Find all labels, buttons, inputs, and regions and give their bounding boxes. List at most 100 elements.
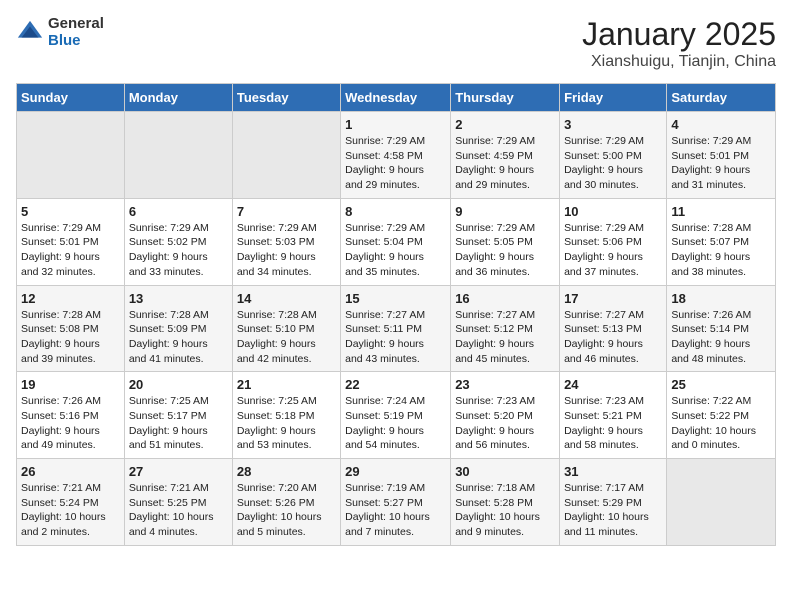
- day-number: 8: [345, 204, 446, 219]
- day-number: 19: [21, 377, 120, 392]
- calendar-cell: 3Sunrise: 7:29 AMSunset: 5:00 PMDaylight…: [560, 112, 667, 199]
- day-info: Sunrise: 7:27 AMSunset: 5:12 PMDaylight:…: [455, 308, 555, 367]
- day-info: Sunrise: 7:21 AMSunset: 5:25 PMDaylight:…: [129, 481, 228, 540]
- day-info: Sunrise: 7:28 AMSunset: 5:08 PMDaylight:…: [21, 308, 120, 367]
- calendar-cell: 26 Sunrise: 7:21 AMSunset: 5:24 PMDayligh…: [17, 459, 125, 546]
- day-info: Sunrise: 7:29 AMSunset: 5:03 PMDaylight:…: [237, 221, 336, 280]
- day-info: Sunrise: 7:27 AMSunset: 5:11 PMDaylight:…: [345, 308, 446, 367]
- calendar-cell: 2 Sunrise: 7:29 AMSunset: 4:59 PMDaylight…: [451, 112, 560, 199]
- day-number: 5: [21, 204, 120, 219]
- day-info: Sunrise: 7:26 AMSunset: 5:16 PMDaylight:…: [21, 394, 120, 453]
- weekday-header-friday: Friday: [560, 84, 667, 112]
- day-number: 16: [455, 291, 555, 306]
- day-number: 26: [21, 464, 120, 479]
- day-info: Sunrise: 7:28 AMSunset: 5:10 PMDaylight:…: [237, 308, 336, 367]
- calendar-cell: 27Sunrise: 7:21 AMSunset: 5:25 PMDayligh…: [124, 459, 232, 546]
- week-row-5: 26 Sunrise: 7:21 AMSunset: 5:24 PMDayligh…: [17, 459, 776, 546]
- day-info: Sunrise: 7:25 AMSunset: 5:17 PMDaylight:…: [129, 394, 228, 453]
- day-info: Sunrise: 7:28 AMSunset: 5:09 PMDaylight:…: [129, 308, 228, 367]
- day-info: Sunrise: 7:23 AMSunset: 5:21 PMDaylight:…: [564, 394, 662, 453]
- calendar-cell: 31 Sunrise: 7:17 AMSunset: 5:29 PMDayligh…: [560, 459, 667, 546]
- day-info: Sunrise: 7:19 AMSunset: 5:27 PMDaylight:…: [345, 481, 446, 540]
- calendar-cell: 5 Sunrise: 7:29 AMSunset: 5:01 PMDaylight…: [17, 198, 125, 285]
- calendar-cell: 12 Sunrise: 7:28 AMSunset: 5:08 PMDayligh…: [17, 285, 125, 372]
- week-row-2: 5 Sunrise: 7:29 AMSunset: 5:01 PMDaylight…: [17, 198, 776, 285]
- week-row-3: 12 Sunrise: 7:28 AMSunset: 5:08 PMDayligh…: [17, 285, 776, 372]
- day-number: 29: [345, 464, 446, 479]
- weekday-header-row: SundayMondayTuesdayWednesdayThursdayFrid…: [17, 84, 776, 112]
- calendar-cell: 24 Sunrise: 7:23 AMSunset: 5:21 PMDayligh…: [560, 372, 667, 459]
- calendar-cell: 18 Sunrise: 7:26 AMSunset: 5:14 PMDayligh…: [667, 285, 776, 372]
- day-number: 6: [129, 204, 228, 219]
- calendar-subtitle: Xianshuigu, Tianjin, China: [582, 53, 776, 71]
- day-number: 13: [129, 291, 228, 306]
- day-info: Sunrise: 7:29 AMSunset: 5:01 PMDaylight:…: [21, 221, 120, 280]
- day-number: 11: [671, 204, 771, 219]
- day-number: 9: [455, 204, 555, 219]
- day-info: Sunrise: 7:26 AMSunset: 5:14 PMDaylight:…: [671, 308, 771, 367]
- day-number: 31: [564, 464, 662, 479]
- week-row-1: 1 Sunrise: 7:29 AMSunset: 4:58 PMDaylight…: [17, 112, 776, 199]
- calendar-cell: 8 Sunrise: 7:29 AMSunset: 5:04 PMDaylight…: [341, 198, 451, 285]
- calendar-cell: 17 Sunrise: 7:27 AMSunset: 5:13 PMDayligh…: [560, 285, 667, 372]
- calendar-cell: 4 Sunrise: 7:29 AMSunset: 5:01 PMDaylight…: [667, 112, 776, 199]
- logo-blue-text: Blue: [48, 33, 104, 50]
- calendar-cell: [17, 112, 125, 199]
- logo-text: General Blue: [48, 16, 104, 49]
- day-number: 2: [455, 117, 555, 132]
- weekday-header-wednesday: Wednesday: [341, 84, 451, 112]
- day-number: 12: [21, 291, 120, 306]
- day-number: 4: [671, 117, 771, 132]
- day-number: 7: [237, 204, 336, 219]
- calendar-cell: 6 Sunrise: 7:29 AMSunset: 5:02 PMDaylight…: [124, 198, 232, 285]
- calendar-cell: 15 Sunrise: 7:27 AMSunset: 5:11 PMDayligh…: [341, 285, 451, 372]
- day-number: 1: [345, 117, 446, 132]
- calendar-cell: 28 Sunrise: 7:20 AMSunset: 5:26 PMDayligh…: [232, 459, 340, 546]
- calendar-cell: 7 Sunrise: 7:29 AMSunset: 5:03 PMDaylight…: [232, 198, 340, 285]
- day-number: 30: [455, 464, 555, 479]
- calendar-table: SundayMondayTuesdayWednesdayThursdayFrid…: [16, 83, 776, 546]
- calendar-cell: 10Sunrise: 7:29 AMSunset: 5:06 PMDayligh…: [560, 198, 667, 285]
- day-info: Sunrise: 7:28 AMSunset: 5:07 PMDaylight:…: [671, 221, 771, 280]
- logo: General Blue: [16, 16, 104, 49]
- calendar-cell: 23 Sunrise: 7:23 AMSunset: 5:20 PMDayligh…: [451, 372, 560, 459]
- calendar-cell: 25 Sunrise: 7:22 AMSunset: 5:22 PMDayligh…: [667, 372, 776, 459]
- day-info: Sunrise: 7:17 AMSunset: 5:29 PMDaylight:…: [564, 481, 662, 540]
- calendar-cell: 16 Sunrise: 7:27 AMSunset: 5:12 PMDayligh…: [451, 285, 560, 372]
- day-info: Sunrise: 7:18 AMSunset: 5:28 PMDaylight:…: [455, 481, 555, 540]
- calendar-cell: 29 Sunrise: 7:19 AMSunset: 5:27 PMDayligh…: [341, 459, 451, 546]
- weekday-header-thursday: Thursday: [451, 84, 560, 112]
- day-number: 18: [671, 291, 771, 306]
- day-info: Sunrise: 7:21 AMSunset: 5:24 PMDaylight:…: [21, 481, 120, 540]
- day-number: 24: [564, 377, 662, 392]
- calendar-cell: 22Sunrise: 7:24 AMSunset: 5:19 PMDayligh…: [341, 372, 451, 459]
- day-number: 17: [564, 291, 662, 306]
- calendar-cell: 20Sunrise: 7:25 AMSunset: 5:17 PMDayligh…: [124, 372, 232, 459]
- day-info: Sunrise: 7:25 AMSunset: 5:18 PMDaylight:…: [237, 394, 336, 453]
- weekday-header-tuesday: Tuesday: [232, 84, 340, 112]
- day-info: Sunrise: 7:22 AMSunset: 5:22 PMDaylight:…: [671, 394, 771, 453]
- title-block: January 2025 Xianshuigu, Tianjin, China: [582, 16, 776, 71]
- day-info: Sunrise: 7:29 AMSunset: 5:05 PMDaylight:…: [455, 221, 555, 280]
- day-info: Sunrise: 7:29 AMSunset: 5:04 PMDaylight:…: [345, 221, 446, 280]
- day-info: Sunrise: 7:29 AMSunset: 4:59 PMDaylight:…: [455, 134, 555, 193]
- day-info: Sunrise: 7:23 AMSunset: 5:20 PMDaylight:…: [455, 394, 555, 453]
- day-info: Sunrise: 7:29 AMSunset: 4:58 PMDaylight:…: [345, 134, 446, 193]
- calendar-cell: 9 Sunrise: 7:29 AMSunset: 5:05 PMDaylight…: [451, 198, 560, 285]
- day-number: 25: [671, 377, 771, 392]
- calendar-cell: 30 Sunrise: 7:18 AMSunset: 5:28 PMDayligh…: [451, 459, 560, 546]
- week-row-4: 19 Sunrise: 7:26 AMSunset: 5:16 PMDayligh…: [17, 372, 776, 459]
- day-info: Sunrise: 7:29 AMSunset: 5:00 PMDaylight:…: [564, 134, 662, 193]
- day-info: Sunrise: 7:29 AMSunset: 5:02 PMDaylight:…: [129, 221, 228, 280]
- day-info: Sunrise: 7:20 AMSunset: 5:26 PMDaylight:…: [237, 481, 336, 540]
- day-info: Sunrise: 7:27 AMSunset: 5:13 PMDaylight:…: [564, 308, 662, 367]
- day-number: 21: [237, 377, 336, 392]
- calendar-title: January 2025: [582, 16, 776, 53]
- weekday-header-saturday: Saturday: [667, 84, 776, 112]
- day-info: Sunrise: 7:29 AMSunset: 5:01 PMDaylight:…: [671, 134, 771, 193]
- page-header: General Blue January 2025 Xianshuigu, Ti…: [16, 16, 776, 71]
- day-number: 28: [237, 464, 336, 479]
- day-number: 14: [237, 291, 336, 306]
- day-number: 15: [345, 291, 446, 306]
- day-number: 23: [455, 377, 555, 392]
